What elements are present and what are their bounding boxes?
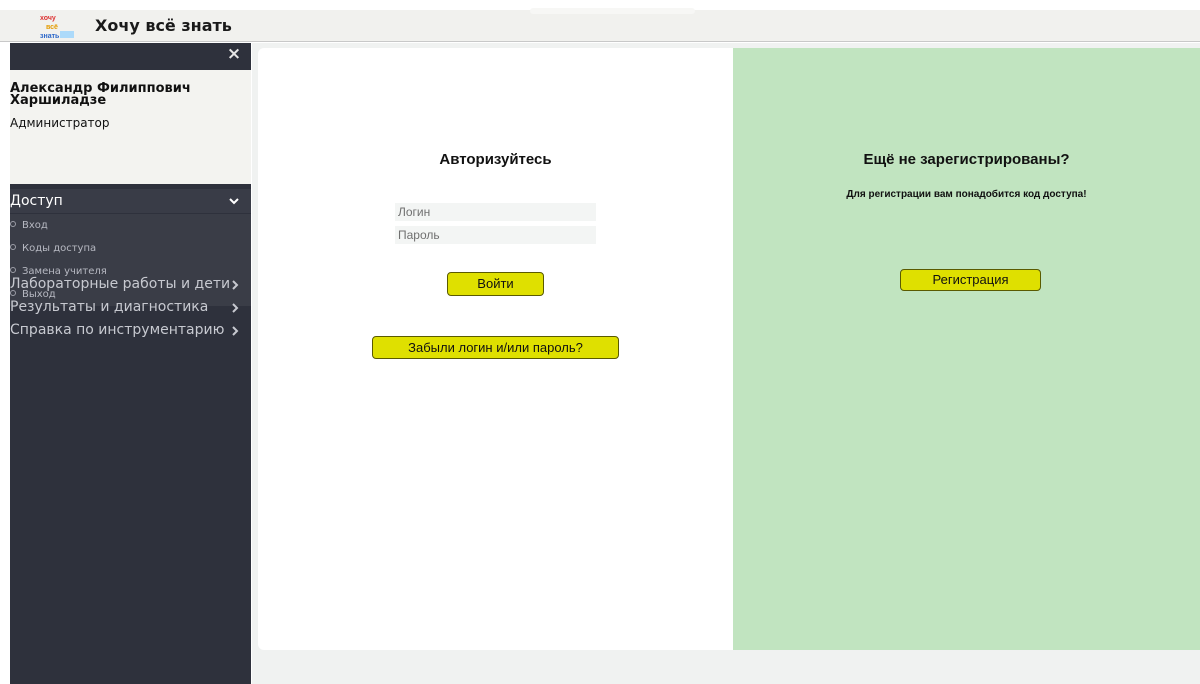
subnav-item-access-codes[interactable]: Коды доступа (10, 237, 251, 260)
register-button[interactable]: Регистрация (900, 269, 1041, 291)
login-button[interactable]: Войти (447, 272, 544, 296)
user-name-line2: Харшиладзе (10, 93, 107, 108)
forgot-password-button[interactable]: Забыли логин и/или пароль? (372, 336, 619, 359)
app-logo: хочу всё знать (36, 12, 80, 40)
registration-panel: Ещё не зарегистрированы? Для регистрации… (733, 48, 1200, 650)
login-title: Авторизуйтесь (439, 151, 552, 168)
registration-title: Ещё не зарегистрированы? (863, 151, 1070, 168)
app-title: Хочу всё знать (95, 16, 232, 35)
user-card: Александр Филиппович Харшиладзе Админист… (10, 70, 251, 184)
app-window: хочу всё знать Хочу всё знать × Александ… (0, 0, 1200, 684)
subnav-item-label: Вход (22, 220, 48, 231)
nav-item-results[interactable]: Результаты и диагностика (10, 296, 251, 318)
password-input[interactable] (395, 226, 596, 244)
sidebar: × Александр Филиппович Харшиладзе Админи… (10, 43, 251, 684)
bullet-icon (10, 221, 16, 227)
nav-item-help[interactable]: Справка по инструментарию (10, 319, 251, 341)
top-tab-hint (530, 8, 695, 14)
nav-item-label: Справка по инструментарию (10, 322, 225, 338)
close-icon[interactable]: × (225, 45, 243, 63)
nav-section-access[interactable]: Доступ (10, 189, 251, 213)
top-bar: хочу всё знать Хочу всё знать (0, 8, 1200, 42)
user-name: Александр Филиппович Харшиладзе (10, 82, 191, 108)
subnav-item-label: Коды доступа (22, 243, 97, 254)
login-panel: Авторизуйтесь Войти Забыли логин и/или п… (258, 48, 733, 650)
nav-section-label: Доступ (10, 193, 63, 209)
nav-item-label: Лабораторные работы и дети (10, 276, 231, 292)
login-input[interactable] (395, 203, 596, 221)
chevron-right-icon (231, 319, 239, 349)
user-role: Администратор (10, 116, 110, 130)
svg-text:хочу: хочу (40, 15, 56, 22)
svg-text:всё: всё (46, 24, 58, 31)
nav-item-labs[interactable]: Лабораторные работы и дети (10, 273, 251, 295)
registration-note: Для регистрации вам понадобится код дост… (846, 189, 1087, 200)
nav-item-label: Результаты и диагностика (10, 299, 209, 315)
bullet-icon (10, 244, 16, 250)
svg-text:знать: знать (40, 33, 60, 40)
subnav-item-login[interactable]: Вход (10, 214, 251, 237)
